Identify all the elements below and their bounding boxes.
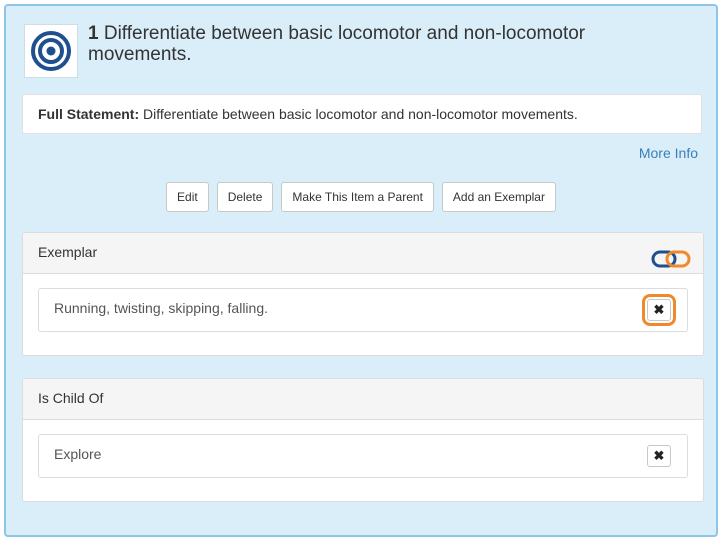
exemplar-card-header: Exemplar xyxy=(23,233,703,274)
exemplar-card: Exemplar Running, twisting, skipping, fa… xyxy=(22,232,704,356)
child-of-item-text: Explore xyxy=(54,446,102,462)
full-statement-text: Differentiate between basic locomotor an… xyxy=(143,106,578,122)
item-title: Differentiate between basic locomotor an… xyxy=(88,23,586,65)
exemplar-item-text: Running, twisting, skipping, falling. xyxy=(54,300,269,316)
close-icon: ✖ xyxy=(653,302,665,317)
make-parent-button[interactable]: Make This Item a Parent xyxy=(281,182,434,212)
delete-button[interactable]: Delete xyxy=(216,182,274,212)
edit-button[interactable]: Edit xyxy=(166,182,209,212)
target-icon xyxy=(24,24,78,78)
remove-exemplar-button[interactable]: ✖ xyxy=(642,294,676,326)
full-statement-label: Full Statement: xyxy=(38,106,140,122)
exemplar-title: Exemplar xyxy=(38,244,98,260)
action-toolbar: Edit Delete Make This Item a Parent Add … xyxy=(6,182,716,212)
add-exemplar-button[interactable]: Add an Exemplar xyxy=(441,182,556,212)
child-of-title: Is Child Of xyxy=(38,390,104,406)
page-title: 1 Differentiate between basic locomotor … xyxy=(88,23,648,65)
child-of-card: Is Child Of Explore ✖ xyxy=(22,378,704,502)
close-icon: ✖ xyxy=(653,448,665,463)
chain-link-icon[interactable] xyxy=(651,244,693,283)
child-of-card-header: Is Child Of xyxy=(23,379,703,420)
item-number: 1 xyxy=(88,23,99,44)
exemplar-item: Running, twisting, skipping, falling. ✖ xyxy=(38,288,688,332)
item-detail-panel: 1 Differentiate between basic locomotor … xyxy=(4,4,718,537)
full-statement: Full Statement: Differentiate between ba… xyxy=(22,94,702,134)
remove-parent-button[interactable]: ✖ xyxy=(647,445,671,467)
more-info-link[interactable]: More Info xyxy=(639,145,698,161)
child-of-item: Explore ✖ xyxy=(38,434,688,478)
